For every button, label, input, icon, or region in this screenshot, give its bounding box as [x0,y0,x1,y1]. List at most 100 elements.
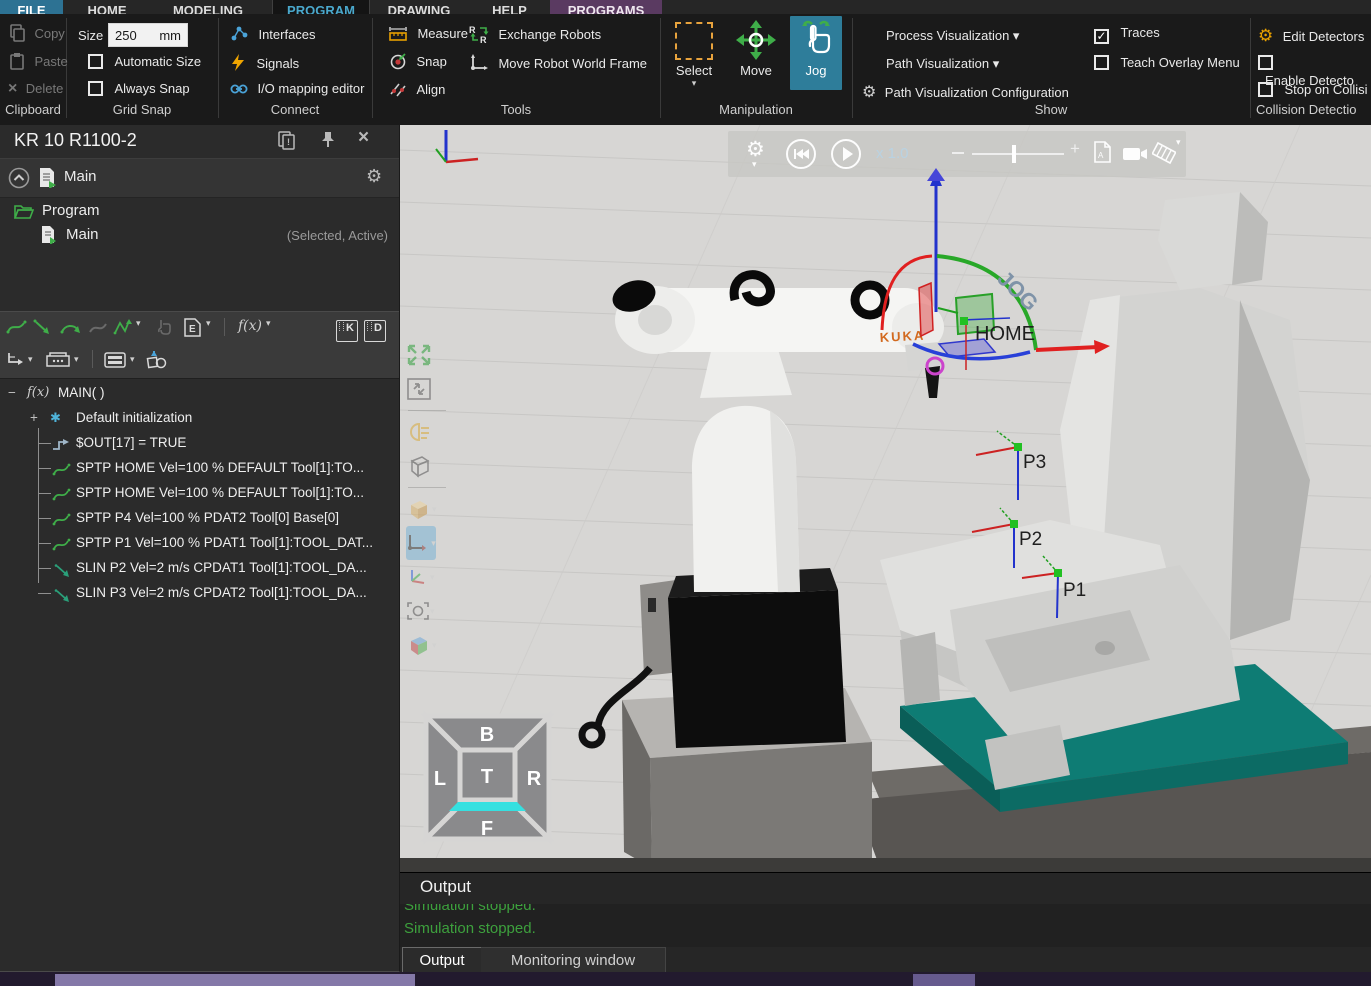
statement-row[interactable]: SPTP HOME Vel=100 % DEFAULT Tool[1]:TO..… [0,480,399,505]
render-mode-icon[interactable] [406,415,448,449]
record-video-icon[interactable] [1122,145,1148,168]
monitor-table-icon[interactable] [104,352,126,372]
statement-row[interactable]: SLIN P3 Vel=2 m/s CPDAT2 Tool[1]:TOOL_DA… [0,580,399,605]
scrollbar-thumb-right[interactable] [913,974,975,986]
jump-dropdown-arrow[interactable]: ▾ [28,354,33,374]
jog-button-active[interactable]: Jog [790,16,842,90]
statement-row[interactable]: + ✱ Default initialization [0,405,399,430]
tab-help[interactable]: HELP [469,0,550,14]
waypoint-p3[interactable] [976,431,1022,500]
select-button[interactable]: Select ▾ [668,16,720,90]
interfaces-button[interactable]: Interfaces [230,26,316,47]
zoom-to-fit-icon[interactable] [406,338,448,372]
focus-camera-icon[interactable]: ▾ [406,594,448,628]
statement-row[interactable]: SPTP P1 Vel=100 % PDAT1 Tool[1]:TOOL_DAT… [0,530,399,555]
monitor-dropdown-arrow[interactable]: ▾ [130,354,135,374]
krl-view-icon[interactable]: K [336,320,358,342]
program-folder-icon[interactable] [14,203,34,224]
expression-dropdown-arrow[interactable]: ▾ [206,318,211,338]
statement-box-icon[interactable] [46,352,70,372]
statement-row[interactable]: SPTP P4 Vel=100 % PDAT2 Tool[0] Base[0] [0,505,399,530]
add-slin-icon[interactable] [33,318,53,338]
teach-overlay-menu-checkbox[interactable]: Teach Overlay Menu [1094,55,1240,75]
statement-row[interactable]: − f(x) MAIN( ) [0,380,399,405]
expand-plus-icon[interactable]: + [30,405,38,430]
add-scirc-icon[interactable] [59,318,81,338]
automatic-size-checkbox[interactable]: Automatic Size [88,54,201,74]
edit-detectors-button[interactable]: ⚙ Edit Detectors [1258,26,1364,46]
dropdown-arrow[interactable]: ▾ [430,606,435,617]
path-visualization-configuration-button[interactable]: ⚙ Path Visualization Configuration [862,82,1069,102]
navcube-highlight-edge[interactable] [449,802,526,811]
signals-button[interactable]: Signals [230,54,299,76]
play-simulation-button[interactable] [831,139,861,169]
speed-decrease-button[interactable] [952,152,964,154]
viewport-3d[interactable]: KUKA JOG HOME [400,125,1371,872]
snap-button[interactable]: Snap [389,52,447,75]
add-sptp-icon[interactable] [6,318,28,338]
routine-settings-gear-icon[interactable]: ⚙ [366,166,382,187]
simulation-time-marker[interactable] [927,168,945,181]
function-icon[interactable]: f(x) [238,318,262,338]
collapse-minus-icon[interactable]: − [8,380,16,405]
animation-dropdown-arrow[interactable]: ▾ [1176,137,1181,148]
traces-checkbox[interactable]: ✓ Traces [1094,27,1160,45]
tab-modeling[interactable]: MODELING [151,0,265,14]
tab-program-active[interactable]: PROGRAM [272,0,370,14]
stop-on-collision-checkbox[interactable]: Stop on Collisi [1258,82,1368,102]
collapse-icon[interactable] [8,167,30,194]
main-routine-row[interactable]: Main ⚙ [0,158,399,198]
expression-doc-icon[interactable]: E [184,318,201,338]
speed-slider-track[interactable] [972,153,1064,155]
select-dropdown-arrow[interactable]: ▾ [668,78,720,89]
dropdown-arrow[interactable]: ▾ [431,538,436,549]
dropdown-arrow[interactable]: ▾ [432,504,437,515]
speed-increase-button[interactable]: + [1070,139,1080,159]
grid-size-input[interactable]: 250 mm [108,23,188,47]
export-pdf-icon[interactable]: A [1094,141,1111,168]
output-tab-active[interactable]: Output [402,947,482,975]
wireframe-cube-icon[interactable] [406,449,448,483]
solid-cube-icon[interactable]: ▾ [406,492,448,526]
delete-button[interactable]: × Delete [8,80,63,98]
monitoring-window-tab[interactable]: Monitoring window [481,947,666,974]
statement-row[interactable]: SPTP HOME Vel=100 % DEFAULT Tool[1]:TO..… [0,455,399,480]
process-visualization-dropdown[interactable]: Process Visualization ▾ [886,28,1019,44]
add-point-pattern-icon[interactable] [112,318,132,338]
speed-slider-handle[interactable] [1012,145,1016,163]
measure-button[interactable]: Measure [388,24,468,47]
statement-row[interactable]: SLIN P2 Vel=2 m/s CPDAT1 Tool[1]:TOOL_DA… [0,555,399,580]
tab-programs[interactable]: PROGRAMS [550,0,662,14]
move-robot-world-frame-button[interactable]: Move Robot World Frame [470,54,647,77]
always-snap-checkbox[interactable]: Always Snap [88,81,190,101]
frame-tool-icon-selected[interactable]: ▾ [406,526,436,560]
statement-row[interactable]: $OUT[17] = TRUE [0,430,399,455]
tab-home[interactable]: HOME [63,0,151,14]
scrollbar-thumb-left[interactable] [55,974,415,986]
path-visualization-dropdown[interactable]: Path Visualization ▾ [886,56,999,72]
axis-triad-icon[interactable]: ▾ [406,560,448,594]
tab-drawing[interactable]: DRAWING [369,0,469,14]
reset-simulation-button[interactable] [786,139,816,169]
copy-program-icon[interactable]: ! [278,131,296,156]
copy-button[interactable]: Copy [8,24,65,47]
paste-button[interactable]: Paste [8,52,68,75]
jump-to-statement-icon[interactable] [6,352,26,372]
exchange-robots-button[interactable]: RR Exchange Robots [468,24,601,49]
simulation-settings-dropdown-arrow[interactable]: ▾ [752,159,757,170]
navigation-cube[interactable]: B L T R F [420,710,556,851]
data-view-icon[interactable]: D [364,320,386,342]
orientation-cube-icon[interactable]: ▾ [406,628,448,662]
pin-icon[interactable] [320,131,336,154]
dropdown-arrow[interactable]: ▾ [430,572,435,583]
close-icon[interactable]: × [358,127,369,149]
tab-file[interactable]: FILE [0,0,63,14]
point-pattern-dropdown-arrow[interactable]: ▾ [136,318,141,338]
dropdown-arrow[interactable]: ▾ [432,640,437,651]
statement-box-dropdown-arrow[interactable]: ▾ [74,354,79,374]
move-button[interactable]: Move [730,16,782,90]
io-mapping-editor-button[interactable]: I/O mapping editor [230,82,364,100]
import-geometry-icon[interactable] [146,350,168,370]
fit-selected-icon[interactable] [406,372,448,406]
animation-export-icon[interactable] [1152,141,1176,170]
